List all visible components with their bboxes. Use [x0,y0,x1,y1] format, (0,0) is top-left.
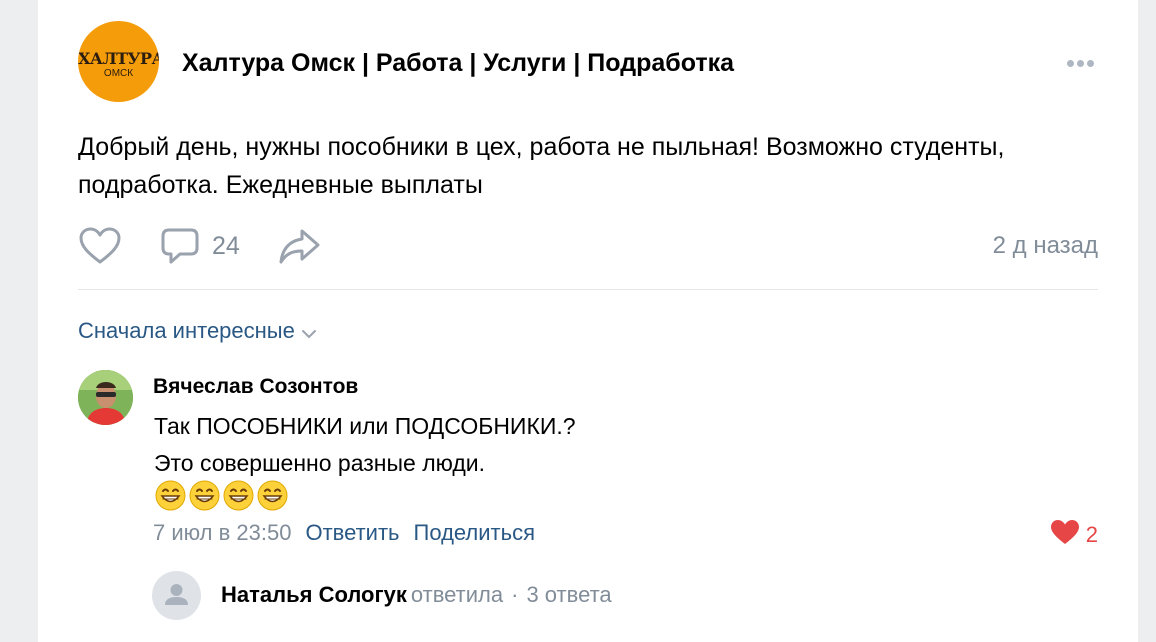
post-header: ХАЛТУРА ОМСК Халтура Омск | Работа | Усл… [78,21,1098,103]
sort-label: Сначала интересные [78,318,295,343]
share-icon[interactable] [278,226,326,266]
user-placeholder-icon [165,584,188,605]
comment-meta: 7 июл в 23:50 Ответить Поделиться [153,520,535,546]
comment-emojis [155,480,291,511]
group-logo-subtext: ОМСК [103,68,134,79]
divider [78,289,1098,290]
grinning-emoji-icon [257,480,288,511]
commenter-avatar[interactable] [78,370,133,425]
group-name-link[interactable]: Халтура Омск | Работа | Услуги | Подрабо… [182,49,734,78]
reply-author-link[interactable]: Наталья Сологук [221,582,407,607]
post-card: ХАЛТУРА ОМСК Халтура Омск | Работа | Усл… [38,0,1138,642]
comment-author-link[interactable]: Вячеслав Созонтов [153,375,358,399]
reply-button[interactable]: Ответить [305,520,399,545]
share-comment-button[interactable]: Поделиться [414,520,535,545]
post-timestamp[interactable]: 2 д назад [993,232,1098,260]
comment-date[interactable]: 7 июл в 23:50 [153,520,291,545]
heart-filled-icon [1050,519,1080,551]
group-avatar[interactable]: ХАЛТУРА ОМСК [78,21,159,102]
comment-text-line: Так ПОСОБНИКИ или ПОДСОБНИКИ.? [154,413,576,439]
grinning-emoji-icon [223,480,254,511]
group-logo-text: ХАЛТУРА [78,49,159,68]
comments-button[interactable]: 24 [160,226,250,266]
post-actions: 24 2 д назад [78,226,1098,266]
comments-count: 24 [212,232,240,260]
reply-verb: ответила [410,582,504,607]
reply-preview[interactable]: Наталья Сологук ответила · 3 ответа [152,571,1098,621]
replier-avatar[interactable] [152,571,201,620]
comments-sort-dropdown[interactable]: Сначала интересные [78,318,317,345]
post-text: Добрый день, нужны пособники в цех, рабо… [78,133,1005,199]
grinning-emoji-icon [189,480,220,511]
like-icon[interactable] [78,226,124,266]
comment-icon [160,226,200,271]
comment-like-button[interactable]: 2 [1050,519,1098,547]
comment-likes-count: 2 [1085,522,1098,547]
grinning-emoji-icon [155,480,186,511]
separator-dot: · [511,582,519,607]
reply-summary: Наталья Сологук ответила · 3 ответа [221,582,612,608]
comment-text: Так ПОСОБНИКИ или ПОДСОБНИКИ.? Это совер… [154,408,576,482]
replies-count-link[interactable]: 3 ответа [526,582,611,607]
more-options-icon[interactable] [1067,54,1103,70]
chevron-down-icon [301,319,317,345]
comment: Вячеслав Созонтов Так ПОСОБНИКИ или ПОДС… [78,370,1098,550]
comment-text-line: Это совершенно разные люди. [154,450,486,476]
